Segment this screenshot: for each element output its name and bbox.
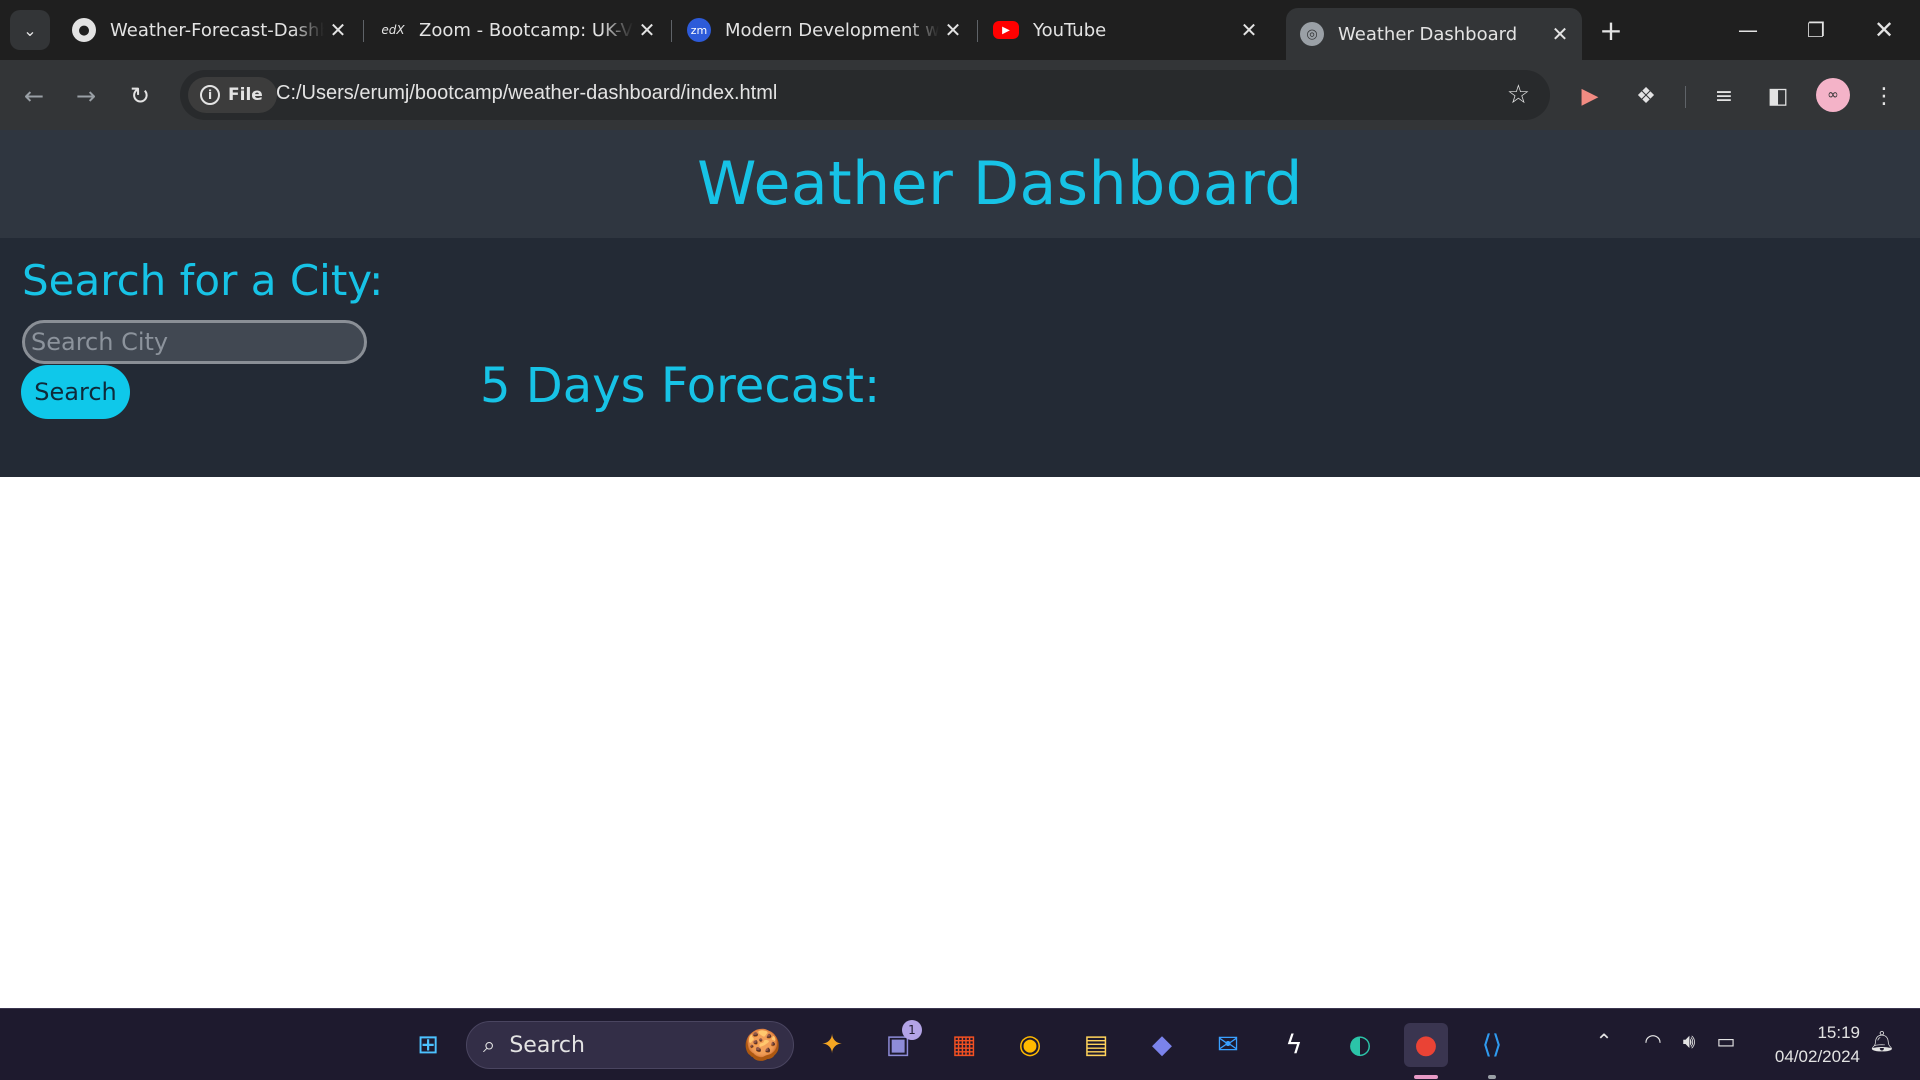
vscode-icon[interactable]: ⟨⟩ <box>1470 1023 1514 1067</box>
chevron-down-icon: ⌄ <box>23 20 37 40</box>
chat-notification-badge: 1 <box>902 1020 922 1040</box>
search-heading: Search for a City: <box>22 256 384 305</box>
running-app-indicator <box>1488 1075 1496 1079</box>
tab-search-button[interactable]: ⌄ <box>10 10 50 50</box>
copilot-icon[interactable]: ✦ <box>810 1023 854 1067</box>
extensions-puzzle-icon[interactable]: ❖ <box>1628 78 1664 114</box>
url-text[interactable]: C:/Users/erumj/bootcamp/weather-dashboar… <box>276 82 777 105</box>
edx-icon: edX <box>381 23 405 37</box>
media-queue-icon[interactable]: ≡ <box>1706 78 1742 114</box>
volume-icon[interactable]: 🔊︎ <box>1676 1029 1702 1053</box>
page-title: Weather Dashboard <box>697 149 1303 219</box>
tab-modern-development[interactable]: zm Modern Development wi ✕ <box>673 8 975 52</box>
restore-button[interactable]: ❐ <box>1794 10 1838 50</box>
taskbar-search-label: Search <box>509 1032 585 1058</box>
chrome-browser-icon[interactable]: ● <box>1404 1023 1448 1067</box>
security-shield-icon[interactable]: ◉ <box>1008 1023 1052 1067</box>
reload-button[interactable]: ↻ <box>120 76 160 116</box>
city-search-input[interactable] <box>22 320 367 364</box>
back-button[interactable]: ← <box>14 76 54 116</box>
side-panel-icon[interactable]: ◧ <box>1760 78 1796 114</box>
mail-icon[interactable]: ✉ <box>1206 1023 1250 1067</box>
zoom-icon: zm <box>687 18 711 42</box>
battery-icon[interactable]: ▭ <box>1712 1029 1740 1053</box>
close-icon[interactable]: ✕ <box>1546 20 1574 48</box>
wifi-icon[interactable]: ◠ <box>1640 1029 1666 1053</box>
content-panel: Search for a City: Search 5 Days Forecas… <box>0 238 1920 477</box>
profile-avatar[interactable]: ∞ <box>1816 78 1850 112</box>
power-automate-icon[interactable]: ◆ <box>1140 1023 1184 1067</box>
site-chip-label: File <box>228 85 263 105</box>
restore-icon: ❐ <box>1807 18 1825 42</box>
tab-youtube[interactable]: ▶ YouTube ✕ <box>979 8 1271 52</box>
microsoft-store-icon[interactable]: ▦ <box>942 1023 986 1067</box>
active-app-indicator <box>1414 1075 1438 1079</box>
clock-time: 15:19 <box>1817 1023 1860 1042</box>
extension-record-icon[interactable]: ▶ <box>1572 78 1608 114</box>
github-icon: ● <box>72 18 96 42</box>
close-icon: ✕ <box>1873 16 1895 44</box>
close-icon[interactable]: ✕ <box>633 16 661 44</box>
taskbar-clock[interactable]: 15:19 04/02/2024 <box>1760 1021 1860 1069</box>
tab-separator <box>977 20 978 42</box>
web-page: Weather Dashboard Search for a City: Sea… <box>0 130 1920 1008</box>
close-window-button[interactable]: ✕ <box>1862 10 1906 50</box>
edge-browser-icon[interactable]: ◐ <box>1338 1023 1382 1067</box>
notification-bell-icon[interactable]: 🔔︎ <box>1868 1029 1896 1053</box>
address-bar[interactable]: i File C:/Users/erumj/bootcamp/weather-d… <box>180 70 1550 120</box>
forward-button[interactable]: → <box>66 76 106 116</box>
taskbar-search-box[interactable]: ⌕ Search 🍪 <box>466 1021 794 1069</box>
search-button[interactable]: Search <box>21 365 130 419</box>
plus-icon: + <box>1599 13 1623 47</box>
tab-title: Zoom - Bootcamp: UK-VI <box>419 19 633 41</box>
tab-title: Weather Dashboard <box>1338 23 1518 45</box>
glasses-icon: ∞ <box>1827 87 1839 103</box>
kebab-menu-icon[interactable]: ⋮ <box>1866 78 1902 114</box>
tab-separator <box>363 20 364 42</box>
lightning-app-icon[interactable]: ϟ <box>1272 1023 1316 1067</box>
search-highlight-icon: 🍪 <box>743 1028 781 1063</box>
windows-start-icon[interactable]: ⊞ <box>406 1023 450 1067</box>
tab-title: YouTube <box>1033 19 1107 41</box>
toolbar-divider <box>1685 86 1686 108</box>
arrow-left-icon: ← <box>23 82 45 110</box>
clock-date: 04/02/2024 <box>1774 1047 1860 1066</box>
tab-title: Weather-Forecast-Dashb <box>110 19 324 41</box>
close-icon[interactable]: ✕ <box>324 16 352 44</box>
browser-tab-bar: ⌄ ● Weather-Forecast-Dashb ✕ edX Zoom - … <box>0 0 1920 60</box>
file-explorer-icon[interactable]: ▤ <box>1074 1023 1118 1067</box>
tab-zoom-bootcamp[interactable]: edX Zoom - Bootcamp: UK-VI ✕ <box>367 8 669 52</box>
globe-icon: ◎ <box>1300 22 1324 46</box>
tab-weather-dashboard[interactable]: ◎ Weather Dashboard ✕ <box>1286 8 1582 60</box>
youtube-icon: ▶ <box>993 21 1019 39</box>
browser-toolbar: ← → ↻ i File C:/Users/erumj/bootcamp/wea… <box>0 60 1920 130</box>
windows-taskbar: ⊞ ⌕ Search 🍪 ✦ ▣ ▦ ◉ ▤ ◆ ✉ ϟ ◐ ● ⟨⟩ ⌃ ◠ … <box>0 1008 1920 1080</box>
reload-icon: ↻ <box>129 82 151 110</box>
close-icon[interactable]: ✕ <box>939 16 967 44</box>
info-icon: i <box>200 85 220 105</box>
site-info-chip[interactable]: i File <box>188 77 277 113</box>
chevron-up-icon[interactable]: ⌃ <box>1592 1029 1616 1053</box>
search-icon: ⌕ <box>483 1032 496 1058</box>
tab-separator <box>671 20 672 42</box>
new-tab-button[interactable]: + <box>1595 13 1627 47</box>
page-header: Weather Dashboard <box>0 130 1920 238</box>
bookmark-star-icon[interactable]: ☆ <box>1507 80 1530 110</box>
minimize-icon: — <box>1738 18 1758 42</box>
minimize-button[interactable]: — <box>1726 10 1770 50</box>
tab-github[interactable]: ● Weather-Forecast-Dashb ✕ <box>58 8 360 52</box>
close-icon[interactable]: ✕ <box>1235 16 1263 44</box>
arrow-right-icon: → <box>75 82 97 110</box>
forecast-heading: 5 Days Forecast: <box>480 358 881 414</box>
tab-title: Modern Development wi <box>725 19 939 41</box>
